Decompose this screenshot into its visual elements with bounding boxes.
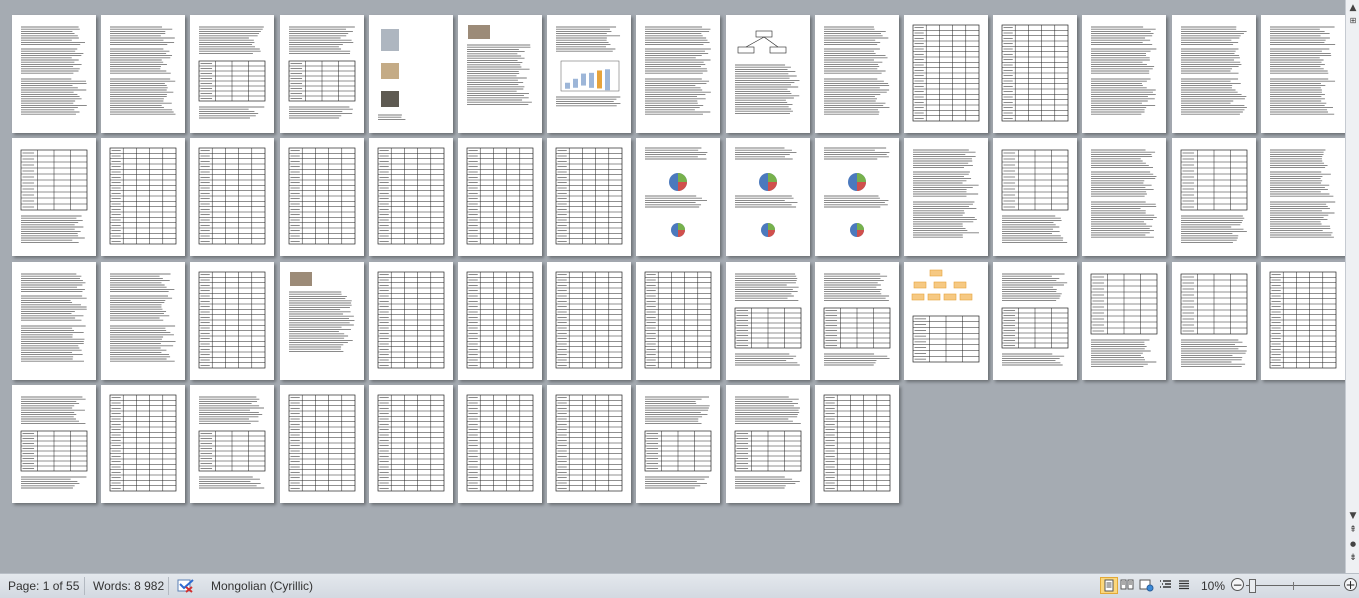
page-thumbnail[interactable] xyxy=(458,384,542,503)
page-thumbnail[interactable] xyxy=(1260,15,1345,133)
document-workspace[interactable] xyxy=(0,0,1345,573)
page-thumbnail[interactable] xyxy=(368,15,453,133)
page-thumbnail[interactable] xyxy=(1260,261,1345,380)
page-thumbnail[interactable] xyxy=(547,261,632,380)
page-thumbnail[interactable] xyxy=(12,261,96,380)
page-thumbnail[interactable] xyxy=(547,384,632,503)
page-thumbnail[interactable] xyxy=(101,15,186,133)
page-thumbnail[interactable] xyxy=(904,261,988,380)
page-thumbnail[interactable] xyxy=(279,261,364,380)
status-separator xyxy=(84,577,85,595)
page-thumbnail[interactable] xyxy=(368,384,453,503)
page-thumbnail[interactable] xyxy=(1082,15,1167,133)
page-number-indicator[interactable]: Page: 1 of 55 xyxy=(8,579,79,593)
page-thumbnail[interactable] xyxy=(101,384,186,503)
spell-check-icon[interactable] xyxy=(177,579,197,593)
page-thumbnail[interactable] xyxy=(458,261,542,380)
page-thumbnail[interactable] xyxy=(636,384,721,503)
page-thumbnail[interactable] xyxy=(12,384,96,503)
zoom-slider-thumb[interactable] xyxy=(1249,579,1256,593)
scroll-down-arrow-icon[interactable]: ▼ xyxy=(1347,510,1359,522)
page-thumbnail[interactable] xyxy=(279,138,364,257)
page-thumbnail[interactable] xyxy=(101,261,186,380)
next-page-icon[interactable]: ⇟ xyxy=(1347,552,1359,564)
page-thumbnail[interactable] xyxy=(12,138,96,257)
page-thumbnail[interactable] xyxy=(636,15,721,133)
outline-icon[interactable] xyxy=(1157,577,1175,594)
full-screen-reading-icon[interactable] xyxy=(1119,577,1137,594)
page-thumbnail[interactable] xyxy=(1260,138,1345,257)
page-thumbnail[interactable] xyxy=(993,261,1078,380)
page-thumbnail[interactable] xyxy=(1082,138,1167,257)
page-thumbnail[interactable] xyxy=(814,138,899,257)
page-thumbnail[interactable] xyxy=(725,138,810,257)
page-thumbnail[interactable] xyxy=(368,138,453,257)
ruler-toggle-icon[interactable]: ⊞ xyxy=(1347,15,1359,27)
page-thumbnail[interactable] xyxy=(725,261,810,380)
zoom-level[interactable]: 10% xyxy=(1201,579,1225,593)
page-thumbnail[interactable] xyxy=(547,15,632,133)
page-thumbnail[interactable] xyxy=(1171,261,1256,380)
page-thumbnail[interactable] xyxy=(814,15,899,133)
page-thumbnail[interactable] xyxy=(636,138,721,257)
page-thumbnail[interactable] xyxy=(190,138,275,257)
page-thumbnail[interactable] xyxy=(101,138,186,257)
page-thumbnail[interactable] xyxy=(190,384,275,503)
zoom-out-button[interactable]: − xyxy=(1231,578,1244,591)
page-thumbnail[interactable] xyxy=(904,138,988,257)
page-thumbnail[interactable] xyxy=(12,15,96,133)
page-thumbnail[interactable] xyxy=(993,138,1078,257)
word-count-indicator[interactable]: Words: 8 982 xyxy=(93,579,164,593)
page-thumbnail[interactable] xyxy=(1171,138,1256,257)
page-thumbnail[interactable] xyxy=(458,138,542,257)
page-thumbnail[interactable] xyxy=(814,261,899,380)
browse-object-icon[interactable]: ● xyxy=(1347,538,1359,550)
language-indicator[interactable]: Mongolian (Cyrillic) xyxy=(211,579,313,593)
vertical-scrollbar[interactable]: ▲ ⊞ ▼ ⇞ ● ⇟ xyxy=(1345,0,1359,573)
page-thumbnail[interactable] xyxy=(368,261,453,380)
status-bar: Page: 1 of 55 Words: 8 982 Mongolian (Cy… xyxy=(0,573,1359,598)
page-thumbnail[interactable] xyxy=(904,15,988,133)
page-thumbnail[interactable] xyxy=(725,15,810,133)
page-thumbnail[interactable] xyxy=(190,15,275,133)
page-thumbnail[interactable] xyxy=(547,138,632,257)
draft-icon[interactable] xyxy=(1176,577,1194,594)
page-thumbnail[interactable] xyxy=(725,384,810,503)
page-thumbnail[interactable] xyxy=(279,384,364,503)
scroll-up-arrow-icon[interactable]: ▲ xyxy=(1347,2,1359,14)
page-thumbnail[interactable] xyxy=(279,15,364,133)
page-thumbnail[interactable] xyxy=(190,261,275,380)
page-thumbnail[interactable] xyxy=(814,384,899,503)
web-layout-icon[interactable] xyxy=(1138,577,1156,594)
zoom-midpoint-tick xyxy=(1293,582,1294,590)
status-separator xyxy=(168,577,169,595)
zoom-in-button[interactable]: + xyxy=(1344,578,1357,591)
page-thumbnail[interactable] xyxy=(458,15,542,133)
print-layout-icon[interactable] xyxy=(1100,577,1118,594)
previous-page-icon[interactable]: ⇞ xyxy=(1347,524,1359,536)
page-thumbnail[interactable] xyxy=(993,15,1078,133)
page-thumbnail[interactable] xyxy=(1171,15,1256,133)
page-thumbnail[interactable] xyxy=(636,261,721,380)
page-thumbnail[interactable] xyxy=(1082,261,1167,380)
